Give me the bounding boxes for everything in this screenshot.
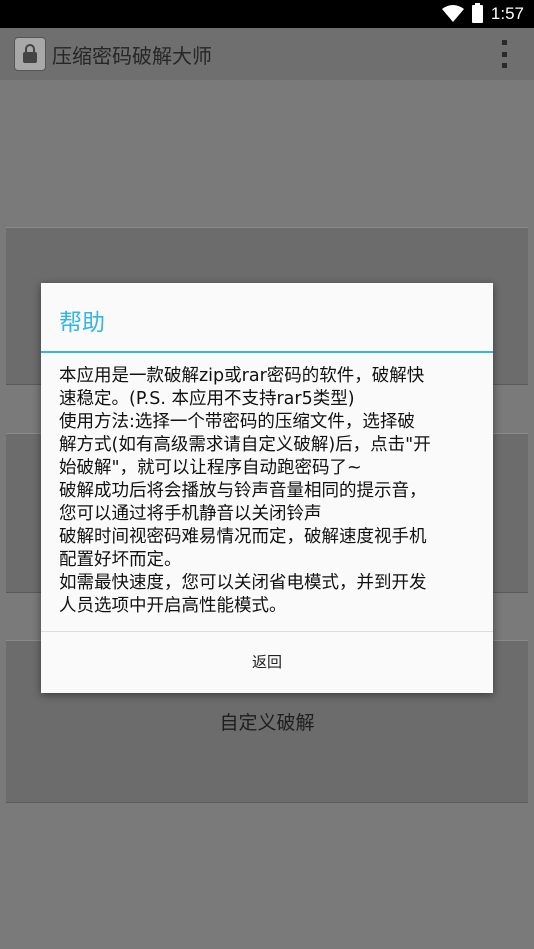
help-dialog: 帮助 本应用是一款破解zip或rar密码的软件，破解快 速稳定。(P.S. 本应… [41, 283, 493, 693]
dialog-line: 您可以通过将手机静音以关闭铃声 [59, 504, 322, 524]
dialog-line: 配置好坏而定。 [59, 550, 182, 570]
dialog-line: 如需最快速度，您可以关闭省电模式，并到开发 [59, 573, 427, 593]
back-button[interactable]: 返回 [222, 641, 312, 682]
dialog-line: 破解成功后将会播放与铃声音量相同的提示音， [59, 481, 427, 501]
dialog-line: 使用方法:选择一个带密码的压缩文件，选择破 [59, 412, 415, 432]
action-bar: 压缩密码破解大师 [0, 28, 534, 80]
dialog-line: 解方式(如有高级需求请自定义破解)后，点击"开 [59, 435, 431, 455]
dialog-line: 速稳定。(P.S. 本应用不支持rar5类型) [59, 389, 355, 409]
dialog-title: 帮助 [41, 283, 493, 353]
status-time: 1:57 [490, 4, 524, 23]
dialog-line: 破解时间视密码难易情况而定，破解速度视手机 [59, 527, 427, 547]
app-title: 压缩密码破解大师 [52, 43, 212, 68]
dialog-line: 人员选项中开启高性能模式。 [59, 596, 287, 616]
app-lock-icon[interactable] [14, 37, 46, 71]
dialog-message: 本应用是一款破解zip或rar密码的软件，破解快 速稳定。(P.S. 本应用不支… [41, 353, 493, 631]
custom-crack-label: 自定义破解 [219, 712, 315, 734]
dialog-footer: 返回 [41, 631, 493, 691]
status-bar: 1:57 [0, 0, 534, 28]
battery-icon [471, 3, 483, 23]
overflow-menu-icon[interactable] [502, 40, 508, 68]
dialog-line: 始破解"，就可以让程序自动跑密码了~ [59, 458, 362, 478]
dialog-line: 本应用是一款破解zip或rar密码的软件，破解快 [59, 366, 425, 386]
wifi-icon [441, 5, 464, 22]
